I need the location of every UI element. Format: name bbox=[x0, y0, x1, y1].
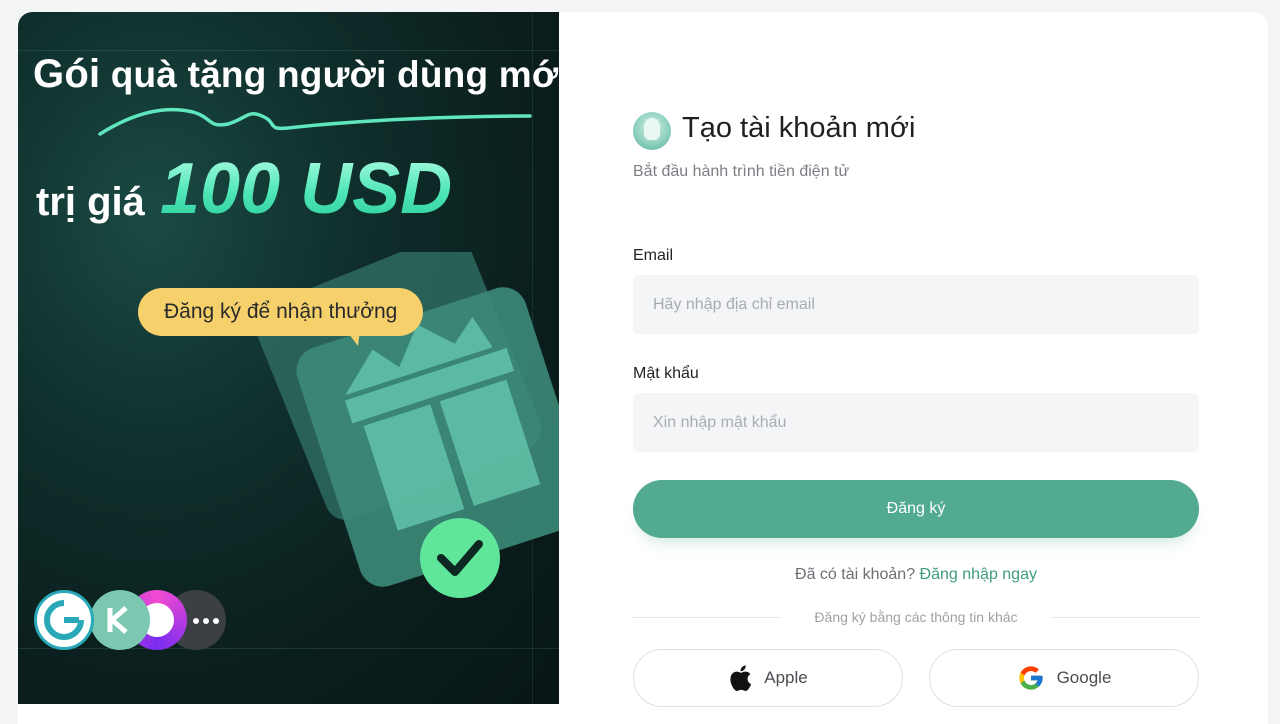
login-prompt: Đã có tài khoản? Đăng nhập ngay bbox=[633, 566, 1199, 584]
email-label: Email bbox=[633, 247, 674, 264]
email-input[interactable] bbox=[633, 275, 1199, 334]
login-link[interactable]: Đăng nhập ngay bbox=[920, 566, 1037, 583]
swoosh-underline bbox=[98, 107, 532, 136]
partner-logos bbox=[34, 590, 234, 652]
grid-line bbox=[18, 50, 559, 51]
promo-panel: Gói quà tặng người dùng mới trị giá 100 … bbox=[18, 12, 559, 704]
apple-label: Apple bbox=[764, 668, 808, 687]
user-avatar-icon bbox=[633, 112, 671, 150]
promo-bubble: Đăng ký để nhận thưởng bbox=[138, 288, 424, 336]
promo-amount: 100 USD bbox=[160, 149, 453, 229]
divider-right bbox=[1051, 617, 1199, 618]
apple-icon bbox=[730, 665, 752, 691]
signup-button[interactable]: Đăng ký bbox=[633, 480, 1199, 538]
kraken-logo bbox=[90, 590, 150, 650]
apple-signup-button[interactable]: Apple bbox=[633, 649, 903, 707]
promo-title-line1: Gói quà tặng người dùng mới bbox=[33, 52, 559, 96]
bubble-tail bbox=[346, 330, 360, 346]
form-subtitle: Bắt đầu hành trình tiền điện tử bbox=[633, 163, 850, 180]
promo-title-line2: trị giá bbox=[36, 180, 145, 224]
password-label: Mật khẩu bbox=[633, 365, 699, 382]
form-title: Tạo tài khoản mới bbox=[682, 112, 916, 144]
google-label: Google bbox=[1056, 668, 1112, 687]
have-account-text: Đã có tài khoản? bbox=[795, 566, 916, 583]
password-input[interactable] bbox=[633, 393, 1199, 452]
google-icon bbox=[1018, 666, 1043, 690]
google-signup-button[interactable]: Google bbox=[929, 649, 1199, 707]
coinbase-logo bbox=[34, 590, 94, 650]
signup-form: Tạo tài khoản mới Bắt đầu hành trình tiề… bbox=[633, 12, 1199, 724]
signup-card: Gói quà tặng người dùng mới trị giá 100 … bbox=[18, 12, 1268, 724]
